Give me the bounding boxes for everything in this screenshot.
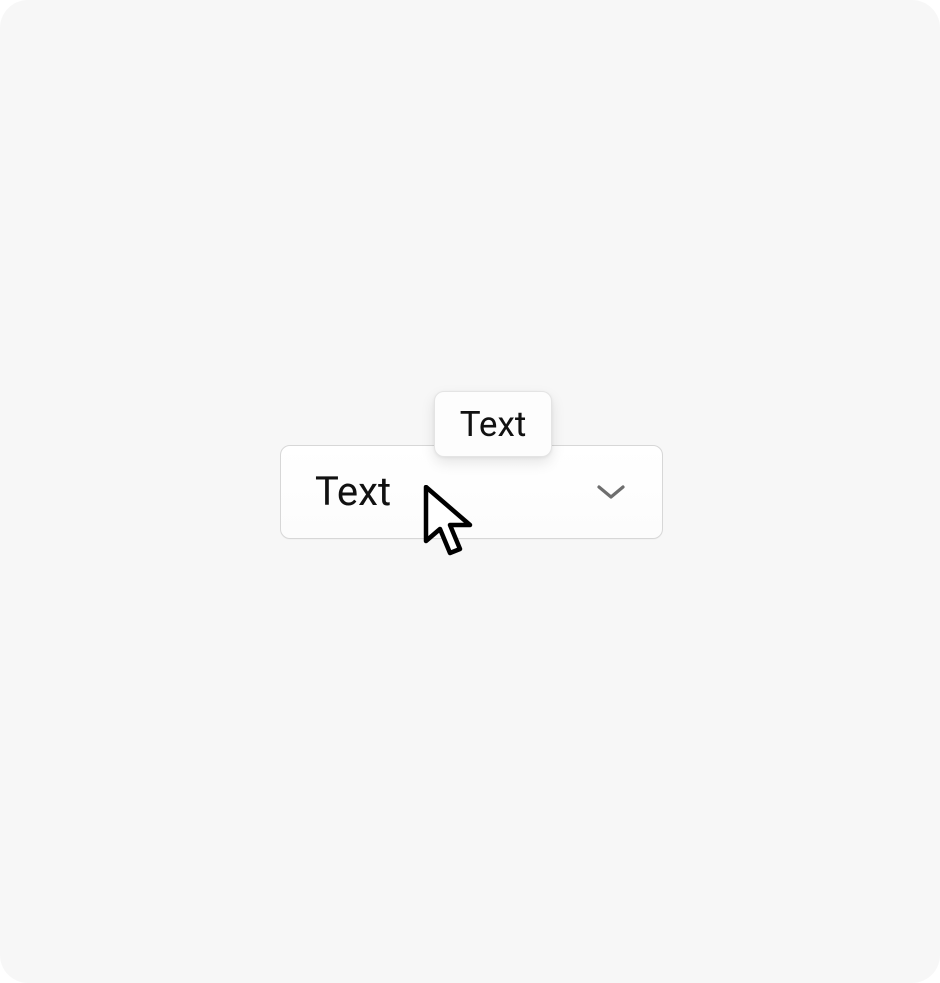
tooltip-label: Text: [460, 407, 527, 442]
tooltip: Text: [434, 391, 552, 457]
canvas: Text Text: [0, 0, 940, 983]
chevron-down-icon: [594, 475, 628, 509]
dropdown-control[interactable]: Text: [280, 445, 663, 539]
dropdown-value: Text: [315, 472, 391, 512]
